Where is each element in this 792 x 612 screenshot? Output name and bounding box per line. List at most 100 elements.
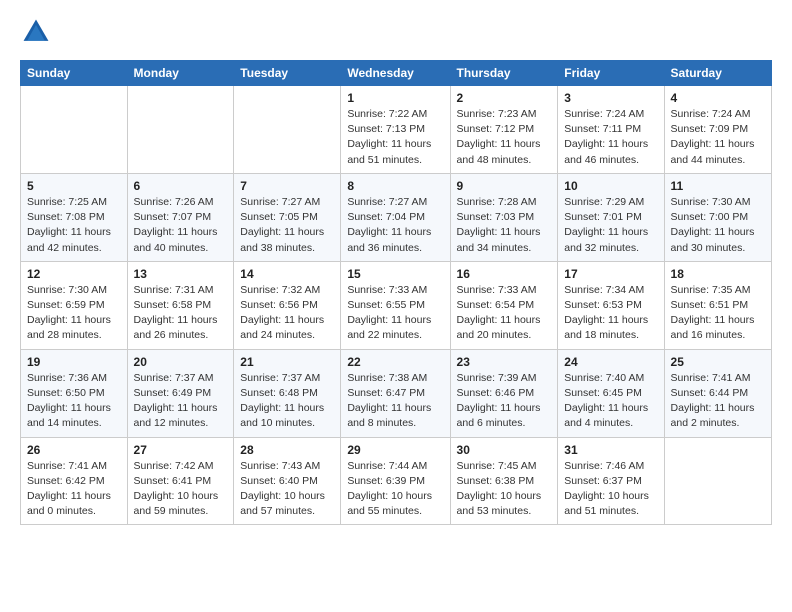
day-number: 30 (457, 443, 552, 457)
calendar-cell: 16 Sunrise: 7:33 AMSunset: 6:54 PMDayligh… (450, 261, 558, 349)
day-info: Sunrise: 7:24 AMSunset: 7:09 PMDaylight:… (671, 107, 765, 168)
day-info: Sunrise: 7:41 AMSunset: 6:42 PMDaylight:… (27, 459, 121, 520)
calendar-cell: 19 Sunrise: 7:36 AMSunset: 6:50 PMDayligh… (21, 349, 128, 437)
day-number: 20 (134, 355, 228, 369)
day-number: 18 (671, 267, 765, 281)
day-number: 5 (27, 179, 121, 193)
calendar-cell: 14 Sunrise: 7:32 AMSunset: 6:56 PMDayligh… (234, 261, 341, 349)
day-info: Sunrise: 7:27 AMSunset: 7:04 PMDaylight:… (347, 195, 443, 256)
logo-icon (20, 16, 52, 48)
day-info: Sunrise: 7:46 AMSunset: 6:37 PMDaylight:… (564, 459, 657, 520)
calendar-cell: 3 Sunrise: 7:24 AMSunset: 7:11 PMDaylight… (558, 86, 664, 174)
day-number: 27 (134, 443, 228, 457)
calendar-cell: 20 Sunrise: 7:37 AMSunset: 6:49 PMDayligh… (127, 349, 234, 437)
day-number: 23 (457, 355, 552, 369)
day-number: 2 (457, 91, 552, 105)
calendar-cell: 11Sunrise: 7:30 AMSunset: 7:00 PMDayligh… (664, 173, 771, 261)
day-number: 9 (457, 179, 552, 193)
calendar-cell: 26 Sunrise: 7:41 AMSunset: 6:42 PMDayligh… (21, 437, 128, 525)
calendar-cell: 29 Sunrise: 7:44 AMSunset: 6:39 PMDayligh… (341, 437, 450, 525)
calendar-cell: 5Sunrise: 7:25 AMSunset: 7:08 PMDaylight… (21, 173, 128, 261)
day-info: Sunrise: 7:37 AMSunset: 6:48 PMDaylight:… (240, 371, 334, 432)
header (20, 16, 772, 48)
calendar-cell: 17 Sunrise: 7:34 AMSunset: 6:53 PMDayligh… (558, 261, 664, 349)
calendar-cell: 10 Sunrise: 7:29 AMSunset: 7:01 PMDayligh… (558, 173, 664, 261)
calendar-cell: 9 Sunrise: 7:28 AMSunset: 7:03 PMDaylight… (450, 173, 558, 261)
day-number: 14 (240, 267, 334, 281)
calendar-cell: 31Sunrise: 7:46 AMSunset: 6:37 PMDayligh… (558, 437, 664, 525)
column-header-monday: Monday (127, 61, 234, 86)
day-number: 4 (671, 91, 765, 105)
calendar-cell: 22 Sunrise: 7:38 AMSunset: 6:47 PMDayligh… (341, 349, 450, 437)
week-row-5: 26 Sunrise: 7:41 AMSunset: 6:42 PMDayligh… (21, 437, 772, 525)
day-info: Sunrise: 7:40 AMSunset: 6:45 PMDaylight:… (564, 371, 657, 432)
calendar-cell: 27Sunrise: 7:42 AMSunset: 6:41 PMDayligh… (127, 437, 234, 525)
day-info: Sunrise: 7:30 AMSunset: 6:59 PMDaylight:… (27, 283, 121, 344)
day-number: 10 (564, 179, 657, 193)
day-info: Sunrise: 7:24 AMSunset: 7:11 PMDaylight:… (564, 107, 657, 168)
day-info: Sunrise: 7:26 AMSunset: 7:07 PMDaylight:… (134, 195, 228, 256)
calendar-cell: 21 Sunrise: 7:37 AMSunset: 6:48 PMDayligh… (234, 349, 341, 437)
day-info: Sunrise: 7:37 AMSunset: 6:49 PMDaylight:… (134, 371, 228, 432)
day-info: Sunrise: 7:39 AMSunset: 6:46 PMDaylight:… (457, 371, 552, 432)
day-info: Sunrise: 7:38 AMSunset: 6:47 PMDaylight:… (347, 371, 443, 432)
day-number: 29 (347, 443, 443, 457)
day-info: Sunrise: 7:41 AMSunset: 6:44 PMDaylight:… (671, 371, 765, 432)
day-number: 22 (347, 355, 443, 369)
day-info: Sunrise: 7:28 AMSunset: 7:03 PMDaylight:… (457, 195, 552, 256)
day-number: 26 (27, 443, 121, 457)
day-number: 19 (27, 355, 121, 369)
day-info: Sunrise: 7:27 AMSunset: 7:05 PMDaylight:… (240, 195, 334, 256)
column-header-tuesday: Tuesday (234, 61, 341, 86)
day-number: 7 (240, 179, 334, 193)
calendar-cell: 30 Sunrise: 7:45 AMSunset: 6:38 PMDayligh… (450, 437, 558, 525)
week-row-3: 12 Sunrise: 7:30 AMSunset: 6:59 PMDayligh… (21, 261, 772, 349)
day-number: 3 (564, 91, 657, 105)
calendar-cell: 6 Sunrise: 7:26 AMSunset: 7:07 PMDaylight… (127, 173, 234, 261)
day-number: 13 (134, 267, 228, 281)
logo (20, 16, 54, 48)
day-number: 21 (240, 355, 334, 369)
calendar-cell: 8 Sunrise: 7:27 AMSunset: 7:04 PMDaylight… (341, 173, 450, 261)
column-header-sunday: Sunday (21, 61, 128, 86)
week-row-1: 1 Sunrise: 7:22 AMSunset: 7:13 PMDaylight… (21, 86, 772, 174)
column-header-saturday: Saturday (664, 61, 771, 86)
day-number: 1 (347, 91, 443, 105)
calendar-cell: 13Sunrise: 7:31 AMSunset: 6:58 PMDayligh… (127, 261, 234, 349)
day-info: Sunrise: 7:29 AMSunset: 7:01 PMDaylight:… (564, 195, 657, 256)
day-number: 12 (27, 267, 121, 281)
day-number: 17 (564, 267, 657, 281)
column-header-friday: Friday (558, 61, 664, 86)
day-info: Sunrise: 7:36 AMSunset: 6:50 PMDaylight:… (27, 371, 121, 432)
column-header-thursday: Thursday (450, 61, 558, 86)
day-number: 15 (347, 267, 443, 281)
calendar-cell (664, 437, 771, 525)
day-info: Sunrise: 7:44 AMSunset: 6:39 PMDaylight:… (347, 459, 443, 520)
calendar-table: SundayMondayTuesdayWednesdayThursdayFrid… (20, 60, 772, 525)
day-info: Sunrise: 7:30 AMSunset: 7:00 PMDaylight:… (671, 195, 765, 256)
calendar-cell: 2Sunrise: 7:23 AMSunset: 7:12 PMDaylight… (450, 86, 558, 174)
day-number: 24 (564, 355, 657, 369)
calendar-cell: 23 Sunrise: 7:39 AMSunset: 6:46 PMDayligh… (450, 349, 558, 437)
day-info: Sunrise: 7:34 AMSunset: 6:53 PMDaylight:… (564, 283, 657, 344)
day-info: Sunrise: 7:35 AMSunset: 6:51 PMDaylight:… (671, 283, 765, 344)
day-number: 8 (347, 179, 443, 193)
calendar-cell: 4 Sunrise: 7:24 AMSunset: 7:09 PMDaylight… (664, 86, 771, 174)
day-info: Sunrise: 7:45 AMSunset: 6:38 PMDaylight:… (457, 459, 552, 520)
calendar-cell: 25Sunrise: 7:41 AMSunset: 6:44 PMDayligh… (664, 349, 771, 437)
calendar-cell (127, 86, 234, 174)
page: SundayMondayTuesdayWednesdayThursdayFrid… (0, 0, 792, 612)
calendar-cell (21, 86, 128, 174)
calendar-cell: 18 Sunrise: 7:35 AMSunset: 6:51 PMDayligh… (664, 261, 771, 349)
calendar-cell: 1 Sunrise: 7:22 AMSunset: 7:13 PMDaylight… (341, 86, 450, 174)
calendar-header-row: SundayMondayTuesdayWednesdayThursdayFrid… (21, 61, 772, 86)
day-info: Sunrise: 7:32 AMSunset: 6:56 PMDaylight:… (240, 283, 334, 344)
day-number: 6 (134, 179, 228, 193)
day-info: Sunrise: 7:33 AMSunset: 6:54 PMDaylight:… (457, 283, 552, 344)
calendar-cell: 28Sunrise: 7:43 AMSunset: 6:40 PMDayligh… (234, 437, 341, 525)
column-header-wednesday: Wednesday (341, 61, 450, 86)
day-info: Sunrise: 7:22 AMSunset: 7:13 PMDaylight:… (347, 107, 443, 168)
day-number: 16 (457, 267, 552, 281)
day-info: Sunrise: 7:43 AMSunset: 6:40 PMDaylight:… (240, 459, 334, 520)
calendar-cell: 24 Sunrise: 7:40 AMSunset: 6:45 PMDayligh… (558, 349, 664, 437)
